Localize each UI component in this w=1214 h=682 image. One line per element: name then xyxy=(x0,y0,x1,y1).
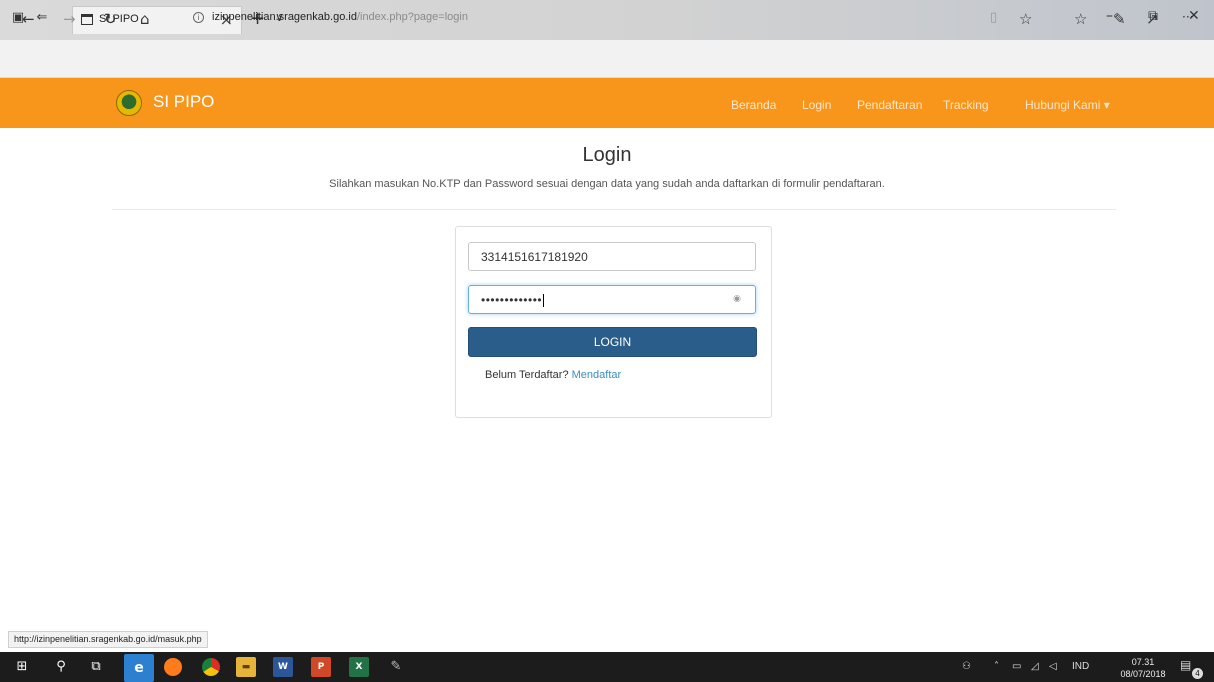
web-notes-icon[interactable]: ✎ xyxy=(1113,10,1126,28)
word-icon[interactable]: W xyxy=(273,657,293,677)
text-cursor xyxy=(543,294,545,308)
more-icon[interactable]: ··· xyxy=(1182,10,1193,24)
register-link[interactable]: Mendaftar xyxy=(572,369,622,381)
ktp-input[interactable]: 3314151617181920 xyxy=(468,242,756,271)
system-clock[interactable]: 07.31 08/07/2018 xyxy=(1118,656,1168,680)
password-input[interactable]: ••••••••••••• ◉ xyxy=(468,285,756,314)
chrome-icon[interactable] xyxy=(202,658,220,676)
clock-time: 07.31 xyxy=(1131,657,1155,667)
login-button[interactable]: LOGIN xyxy=(468,327,757,357)
ktp-value: 3314151617181920 xyxy=(481,250,588,264)
forward-icon[interactable]: → xyxy=(63,10,76,28)
favorite-star-icon[interactable]: ☆ xyxy=(1019,10,1032,28)
search-icon[interactable]: ⚲ xyxy=(51,657,71,677)
login-instructions: Silahkan masukan No.KTP dan Password ses… xyxy=(329,178,885,190)
task-view-icon[interactable]: ⧉ xyxy=(86,657,106,677)
divider xyxy=(112,209,1116,210)
show-hidden-icons-icon[interactable]: ˄ xyxy=(994,661,999,672)
nav-tracking[interactable]: Tracking xyxy=(943,98,989,112)
start-button-icon[interactable]: ⊞ xyxy=(12,657,32,677)
refresh-icon[interactable]: ↻ xyxy=(104,10,117,28)
clock-date: 08/07/2018 xyxy=(1120,669,1166,679)
site-brand[interactable]: SI PIPO xyxy=(153,92,214,112)
file-explorer-icon[interactable]: ▬ xyxy=(236,657,256,677)
back-icon[interactable]: ← xyxy=(22,10,35,28)
register-prompt: Belum Terdaftar? Mendaftar xyxy=(485,369,621,381)
language-indicator[interactable]: IND xyxy=(1072,661,1089,672)
action-center-icon[interactable]: ▤ xyxy=(1180,658,1191,672)
home-icon[interactable]: ⌂ xyxy=(140,10,150,28)
minimize-button[interactable]: – xyxy=(1106,8,1113,24)
address-bar[interactable]: izinpenelitian.sragenkab.go.id/index.php… xyxy=(212,11,468,23)
browser-toolbar xyxy=(0,40,1214,78)
page-favicon-icon xyxy=(81,14,93,25)
edge-browser-icon[interactable]: e xyxy=(124,654,154,682)
excel-icon[interactable]: X xyxy=(349,657,369,677)
reading-view-icon[interactable]: ▯ xyxy=(990,10,997,25)
powerpoint-icon[interactable]: P xyxy=(311,657,331,677)
address-path: /index.php?page=login xyxy=(356,11,468,23)
status-url: http://izinpenelitian.sragenkab.go.id/ma… xyxy=(8,631,208,648)
address-host: izinpenelitian.sragenkab.go.id xyxy=(212,11,357,23)
wifi-icon[interactable]: ◿ xyxy=(1031,661,1039,672)
reveal-password-icon[interactable]: ◉ xyxy=(733,294,741,304)
nav-pendaftaran[interactable]: Pendaftaran xyxy=(857,98,922,112)
nav-hubungi-kami[interactable]: Hubungi Kami ▾ xyxy=(1025,98,1110,112)
site-info-icon[interactable]: i xyxy=(193,12,204,23)
register-text: Belum Terdaftar? xyxy=(485,369,569,381)
share-icon[interactable]: ↗ xyxy=(1146,10,1159,28)
nav-beranda[interactable]: Beranda xyxy=(731,98,776,112)
notification-count: 4 xyxy=(1192,668,1203,679)
favorites-hub-icon[interactable]: ☆ xyxy=(1074,10,1087,28)
page-title: Login xyxy=(582,144,632,166)
paint-icon[interactable]: ✎ xyxy=(386,657,406,677)
firefox-icon[interactable] xyxy=(164,658,182,676)
people-icon[interactable]: ⚇ xyxy=(962,661,971,672)
volume-icon[interactable]: ◁ xyxy=(1049,661,1057,672)
sragen-logo-icon[interactable] xyxy=(116,90,142,116)
password-value: ••••••••••••• xyxy=(481,293,543,307)
nav-login[interactable]: Login xyxy=(802,98,831,112)
battery-icon[interactable]: ▭ xyxy=(1012,661,1021,672)
tabs-aside-icon[interactable]: ⇐ xyxy=(34,10,50,26)
